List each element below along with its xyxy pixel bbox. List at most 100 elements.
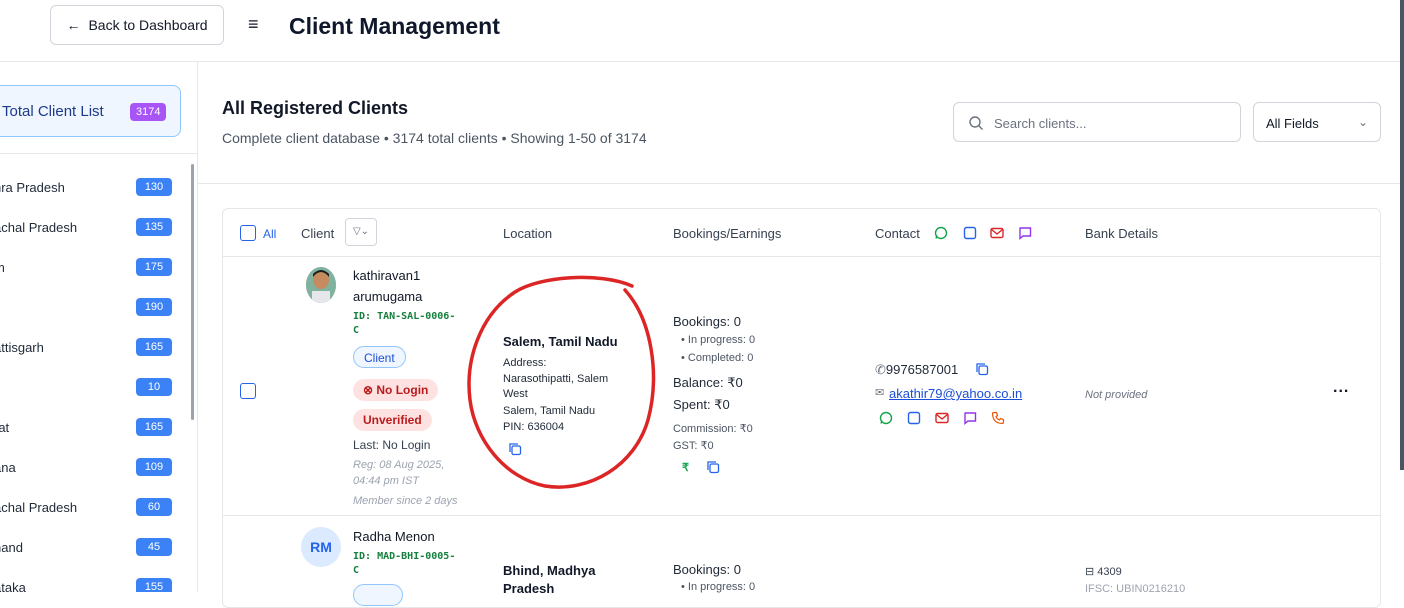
whatsapp-icon[interactable] bbox=[879, 411, 893, 425]
row-checkbox[interactable] bbox=[240, 383, 256, 399]
client-id: ID: MAD-BHI-0005- bbox=[353, 551, 456, 562]
phone-call-icon[interactable] bbox=[991, 411, 1005, 425]
sidebar-state-item[interactable]: ataka 155 bbox=[0, 578, 184, 592]
state-count-badge: 45 bbox=[136, 538, 172, 556]
sidebar-state-item[interactable]: ana 109 bbox=[0, 458, 184, 478]
copy-icon[interactable] bbox=[508, 442, 522, 456]
column-header-bookings: Bookings/Earnings bbox=[673, 226, 782, 241]
gst: GST: ₹0 bbox=[673, 440, 714, 452]
back-button-label: Back to Dashboard bbox=[88, 17, 208, 33]
select-all-label: All bbox=[263, 227, 277, 241]
pin-code: PIN: 636004 bbox=[503, 421, 565, 433]
table-row[interactable]: kathiravan1 arumugama ID: TAN-SAL-0006- … bbox=[223, 257, 1380, 516]
table-header: All Client ▽⌄ Location Bookings/Earnings… bbox=[223, 209, 1380, 257]
total-client-count-badge: 3174 bbox=[130, 103, 167, 121]
avatar bbox=[306, 267, 336, 303]
copy-icon[interactable] bbox=[706, 460, 720, 474]
state-count-badge: 165 bbox=[136, 418, 172, 436]
state-label: hra Pradesh bbox=[0, 180, 65, 195]
address-line: Salem, Tamil Nadu bbox=[503, 405, 596, 417]
role-badge: Client bbox=[353, 346, 406, 368]
page-title: Client Management bbox=[289, 13, 500, 39]
state-label: m bbox=[0, 260, 5, 275]
client-id: ID: TAN-SAL-0006- bbox=[353, 311, 456, 322]
square-icon[interactable] bbox=[963, 226, 977, 240]
state-count-badge: 165 bbox=[136, 338, 172, 356]
window-scrollbar[interactable] bbox=[1400, 0, 1404, 470]
main-divider bbox=[198, 183, 1400, 184]
email-link[interactable]: akathir79@yahoo.co.in bbox=[889, 386, 1022, 401]
search-field-select[interactable]: All Fields ⌄ bbox=[1253, 102, 1381, 142]
address-label: Address: bbox=[503, 357, 547, 369]
state-count-badge: 10 bbox=[136, 378, 172, 396]
search-input[interactable] bbox=[994, 113, 1224, 133]
avatar: RM bbox=[301, 527, 341, 567]
sidebar-scrollbar[interactable] bbox=[191, 164, 194, 420]
search-box[interactable] bbox=[953, 102, 1241, 142]
state-label: attisgarh bbox=[0, 340, 44, 355]
balance: Balance: ₹0 bbox=[673, 375, 743, 390]
message-icon[interactable] bbox=[963, 411, 977, 425]
sidebar-state-item[interactable]: achal Pradesh 60 bbox=[0, 498, 184, 518]
address-line: Narasothipatti, Salem bbox=[503, 373, 609, 385]
column-header-contact: Contact bbox=[875, 226, 920, 241]
back-to-dashboard-button[interactable]: ← Back to Dashboard bbox=[50, 5, 224, 45]
column-header-bank: Bank Details bbox=[1085, 226, 1158, 241]
column-header-client: Client bbox=[301, 226, 335, 241]
member-since: Member since 2 days bbox=[353, 495, 458, 507]
whatsapp-icon[interactable] bbox=[934, 226, 948, 240]
sidebar-state-item[interactable]: hand 45 bbox=[0, 538, 184, 558]
sidebar-state-item[interactable]: 10 bbox=[0, 378, 184, 398]
address-line: West bbox=[503, 388, 528, 400]
sidebar-state-item[interactable]: r 190 bbox=[0, 298, 184, 318]
registration-date: Reg: 08 Aug 2025, bbox=[353, 459, 445, 471]
bank-account: 4309 bbox=[1097, 566, 1122, 578]
state-label: rat bbox=[0, 420, 10, 435]
sidebar-state-item[interactable]: attisgarh 165 bbox=[0, 338, 184, 358]
client-name-line2: arumugama bbox=[353, 289, 423, 304]
client-id-line2: C bbox=[353, 325, 360, 336]
bank-card-icon: ⊟ bbox=[1085, 566, 1098, 578]
row-actions-button[interactable]: ... bbox=[1333, 379, 1349, 397]
square-icon[interactable] bbox=[907, 411, 921, 425]
message-icon[interactable] bbox=[1018, 226, 1032, 240]
state-label: achal Pradesh bbox=[0, 220, 78, 235]
state-label: achal Pradesh bbox=[0, 500, 78, 515]
hamburger-menu-icon[interactable]: ≡ bbox=[248, 14, 259, 35]
sidebar-state-item[interactable]: achal Pradesh 135 bbox=[0, 218, 184, 238]
state-sidebar: Total Client List 3174 hra Pradesh 130 a… bbox=[0, 62, 198, 592]
state-label: ataka bbox=[0, 580, 26, 592]
registration-time: 04:44 pm IST bbox=[353, 475, 420, 487]
select-all-checkbox[interactable] bbox=[240, 225, 256, 241]
state-count-badge: 60 bbox=[136, 498, 172, 516]
total-client-list-item[interactable]: Total Client List 3174 bbox=[0, 85, 181, 137]
section-subtitle: Complete client database • 3174 total cl… bbox=[222, 130, 647, 146]
spent: Spent: ₹0 bbox=[673, 397, 730, 412]
location-title: Salem, Tamil Nadu bbox=[503, 334, 618, 349]
client-filter-button[interactable]: ▽⌄ bbox=[345, 218, 377, 246]
sidebar-state-item[interactable]: hra Pradesh 130 bbox=[0, 178, 184, 198]
bank-account-row: ⊟ 4309 bbox=[1085, 565, 1122, 578]
client-id-line2: C bbox=[353, 565, 360, 576]
sidebar-state-item[interactable]: m 175 bbox=[0, 258, 184, 278]
section-title: All Registered Clients bbox=[222, 98, 409, 118]
state-count-badge: 175 bbox=[136, 258, 172, 276]
phone-number: 9976587001 bbox=[885, 362, 959, 377]
bookings-in-progress: • In progress: 0 bbox=[681, 581, 756, 593]
sidebar-state-item[interactable]: rat 165 bbox=[0, 418, 184, 438]
verification-badge: Unverified bbox=[353, 409, 432, 431]
arrow-left-icon: ← bbox=[66, 17, 81, 33]
bookings-count: Bookings: 0 bbox=[673, 562, 741, 577]
total-client-list-label: Total Client List bbox=[2, 103, 104, 120]
mail-icon[interactable] bbox=[935, 411, 949, 425]
table-row[interactable]: RM Radha Menon ID: MAD-BHI-0005- C Bhind… bbox=[223, 517, 1380, 607]
search-field-value: All Fields bbox=[1266, 116, 1319, 131]
copy-icon[interactable] bbox=[975, 362, 989, 376]
commission: Commission: ₹0 bbox=[673, 423, 753, 435]
bookings-completed: • Completed: 0 bbox=[681, 352, 754, 364]
filter-icon: ▽⌄ bbox=[352, 226, 370, 237]
location-title-line2: Pradesh bbox=[503, 581, 555, 596]
mail-icon[interactable] bbox=[990, 226, 1004, 240]
rupee-icon[interactable]: ₹ bbox=[682, 461, 689, 474]
location-title: Bhind, Madhya bbox=[503, 563, 596, 578]
